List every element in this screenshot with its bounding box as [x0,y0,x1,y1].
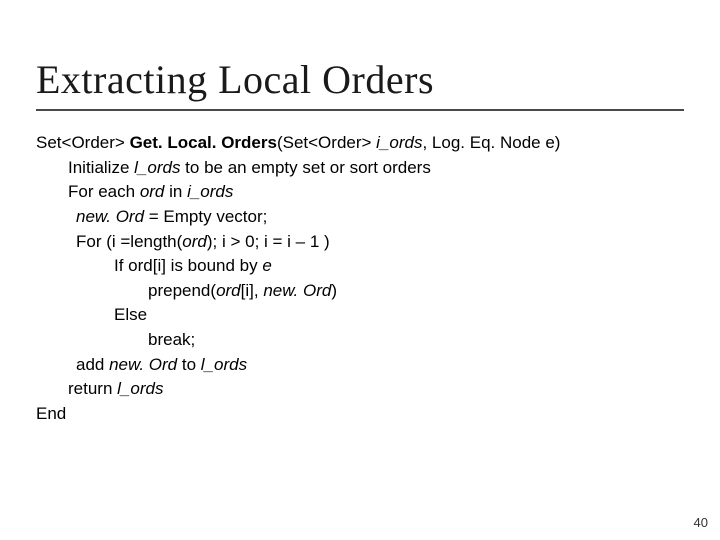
text: return [68,379,117,398]
text: Set<Order> [36,133,130,152]
code-line: For (i =length(ord); i > 0; i = i – 1 ) [36,230,684,255]
code-line: new. Ord = Empty vector; [36,205,684,230]
code-line: break; [36,328,684,353]
code-line: End [36,402,684,427]
text: Initialize [68,158,134,177]
var: e [262,256,271,275]
text: Else [114,305,147,324]
code-line: return l_ords [36,377,684,402]
var: ord [140,182,165,201]
text: End [36,404,66,423]
text: to be an empty set or sort orders [180,158,430,177]
var: l_ords [117,379,163,398]
code-line: Initialize l_ords to be an empty set or … [36,156,684,181]
var: new. Ord [263,281,331,300]
text: prepend( [148,281,216,300]
text: , Log. Eq. Node e) [422,133,560,152]
slide-title: Extracting Local Orders [36,56,684,103]
slide: Extracting Local Orders Set<Order> Get. … [0,0,720,540]
arg: i_ords [376,133,422,152]
pseudocode-block: Set<Order> Get. Local. Orders(Set<Order>… [36,131,684,427]
var: l_ords [201,355,247,374]
title-rule [36,109,684,111]
text: add [76,355,109,374]
var: new. Ord [76,207,144,226]
code-line: For each ord in i_ords [36,180,684,205]
code-line: Set<Order> Get. Local. Orders(Set<Order>… [36,131,684,156]
page-number: 40 [694,515,708,530]
text: (Set<Order> [277,133,376,152]
text: = Empty vector; [144,207,267,226]
text: For (i =length( [76,232,182,251]
function-name: Get. Local. Orders [130,133,277,152]
text: If ord[i] is bound by [114,256,262,275]
text: For each [68,182,140,201]
var: i_ords [187,182,233,201]
text: break; [148,330,195,349]
code-line: prepend(ord[i], new. Ord) [36,279,684,304]
text: ) [331,281,337,300]
var: new. Ord [109,355,177,374]
text: [i], [241,281,264,300]
var: ord [216,281,241,300]
var: ord [182,232,207,251]
text: in [164,182,187,201]
code-line: add new. Ord to l_ords [36,353,684,378]
code-line: Else [36,303,684,328]
text: to [177,355,201,374]
var: l_ords [134,158,180,177]
text: ); i > 0; i = i – 1 ) [207,232,330,251]
code-line: If ord[i] is bound by e [36,254,684,279]
